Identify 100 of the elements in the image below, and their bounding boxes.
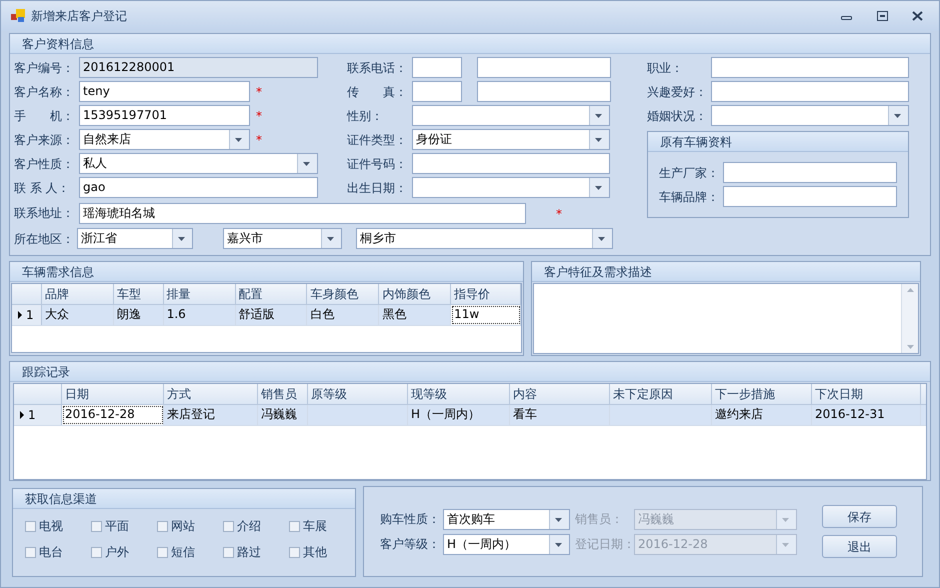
column-header[interactable]: 内容	[510, 384, 610, 404]
combo-box[interactable]: 浙江省	[77, 228, 193, 249]
input-field[interactable]: 15395197701	[79, 105, 250, 126]
column-header[interactable]: 品牌	[42, 284, 114, 304]
column-header[interactable]: 日期	[62, 384, 164, 404]
channel-checkbox[interactable]: 介绍	[223, 517, 289, 535]
checkbox[interactable]	[25, 520, 36, 532]
channel-checkbox[interactable]: 网站	[157, 517, 223, 535]
column-header[interactable]: 车身颜色	[307, 284, 380, 304]
table-cell: 来店登记	[164, 405, 258, 425]
input-field[interactable]	[412, 153, 610, 174]
input-field[interactable]	[711, 81, 909, 102]
channel-checkbox[interactable]: 路过	[223, 543, 289, 561]
column-header[interactable]: 原等级	[308, 384, 408, 404]
table-cell: 2016-12-28	[62, 405, 164, 425]
field-label: 手 机：	[14, 108, 75, 124]
maximize-icon[interactable]	[877, 11, 888, 21]
caret-icon	[894, 114, 901, 118]
combo-box[interactable]: 嘉兴市	[223, 228, 342, 249]
close-icon[interactable]	[912, 11, 923, 21]
row-pointer-icon	[18, 311, 22, 319]
required-mark: *	[256, 134, 262, 146]
column-header[interactable]: 未下定原因	[610, 384, 712, 404]
required-mark: *	[256, 110, 262, 122]
minimize-icon[interactable]	[841, 16, 853, 20]
combo-box[interactable]: 首次购车	[443, 508, 570, 530]
input-field[interactable]	[412, 57, 462, 78]
table-cell: H（一周内）	[408, 405, 510, 425]
combo-box[interactable]	[711, 105, 909, 126]
combo-box[interactable]: 身份证	[412, 129, 610, 150]
checkbox[interactable]	[223, 546, 234, 558]
checkbox[interactable]	[289, 546, 300, 558]
checkbox[interactable]	[91, 520, 102, 532]
group-title: 跟踪记录	[22, 364, 70, 380]
checkbox[interactable]	[157, 546, 168, 558]
caret-icon	[598, 237, 605, 241]
checkbox[interactable]	[25, 546, 36, 558]
channel-checkbox[interactable]: 电视	[25, 517, 91, 535]
column-header[interactable]: 配置	[236, 284, 308, 304]
group-title: 客户特征及需求描述	[544, 264, 652, 280]
table-cell: 舒适版	[236, 305, 308, 325]
input-field[interactable]	[723, 186, 897, 207]
text-area[interactable]	[533, 283, 919, 354]
column-header[interactable]: 排量	[164, 284, 236, 304]
column-header[interactable]: 方式	[164, 384, 258, 404]
table-cell: 看车	[510, 405, 610, 425]
channel-checkbox[interactable]: 其他	[289, 543, 355, 561]
caret-icon	[595, 186, 602, 190]
combo-box[interactable]: H（一周内）	[443, 534, 570, 554]
combo-box[interactable]: 自然来店	[79, 129, 250, 150]
channel-checkbox[interactable]: 平面	[91, 517, 157, 535]
table-cell: 朗逸	[114, 305, 164, 325]
channel-checkbox[interactable]: 电台	[25, 543, 91, 561]
scrollbar[interactable]	[901, 284, 918, 353]
input-field[interactable]	[412, 81, 462, 102]
table-row[interactable]: 1 大众 朗逸 1.6 舒适版 白色 黑色 11w	[12, 305, 521, 326]
input-field[interactable]	[477, 57, 611, 78]
combo-box[interactable]	[412, 177, 610, 198]
table-row[interactable]: 1 2016-12-28 来店登记 冯巍巍 H（一周内） 看车 邀约来店 2016-12-31	[14, 405, 926, 426]
input-field[interactable]: gao	[79, 177, 318, 198]
column-header[interactable]: 销售员	[258, 384, 308, 404]
column-header[interactable]: 现等级	[408, 384, 510, 404]
field-label: 证件号码：	[347, 156, 408, 172]
combo-box[interactable]	[412, 105, 610, 126]
checkbox[interactable]	[91, 546, 102, 558]
checkbox[interactable]	[223, 520, 234, 532]
input-field[interactable]: 瑶海琥珀名城	[79, 202, 526, 224]
channel-checkbox[interactable]: 短信	[157, 543, 223, 561]
channel-checkbox[interactable]: 车展	[289, 517, 355, 535]
input-field[interactable]: teny	[79, 81, 250, 102]
dialog-button[interactable]: 保存	[822, 505, 897, 528]
group-title: 原有车辆资料	[660, 134, 732, 150]
input-field[interactable]	[723, 162, 897, 183]
dialog-button[interactable]: 退出	[822, 535, 897, 558]
scroll-up-icon[interactable]	[906, 288, 914, 292]
input-field[interactable]	[711, 57, 909, 78]
caret-icon	[595, 138, 602, 142]
column-header[interactable]: 内饰颜色	[379, 284, 452, 304]
column-header[interactable]: 指导价	[451, 284, 521, 304]
window-title: 新增来店客户登记	[31, 8, 127, 25]
row-number: 1	[28, 407, 36, 424]
combo-box[interactable]: 桐乡市	[356, 228, 613, 249]
group-title: 车辆需求信息	[22, 264, 94, 280]
table-cell: 冯巍巍	[258, 405, 308, 425]
caret-icon	[178, 237, 185, 241]
field-label: 客户来源：	[14, 132, 75, 148]
caret-icon	[595, 114, 602, 118]
input-field[interactable]	[477, 81, 611, 102]
field-label: 职业：	[647, 60, 684, 76]
checkbox[interactable]	[157, 520, 168, 532]
column-header[interactable]: 车型	[114, 284, 164, 304]
channel-checkbox[interactable]: 户外	[91, 543, 157, 561]
combo-box[interactable]: 私人	[79, 153, 318, 174]
column-header[interactable]: 下次日期	[812, 384, 921, 404]
input-field[interactable]: 201612280001	[79, 57, 318, 78]
field-label: 客户编号：	[14, 60, 75, 76]
scroll-down-icon[interactable]	[906, 345, 914, 349]
group-title: 客户资料信息	[22, 36, 94, 52]
checkbox[interactable]	[289, 520, 300, 532]
column-header[interactable]: 下一步措施	[712, 384, 812, 404]
